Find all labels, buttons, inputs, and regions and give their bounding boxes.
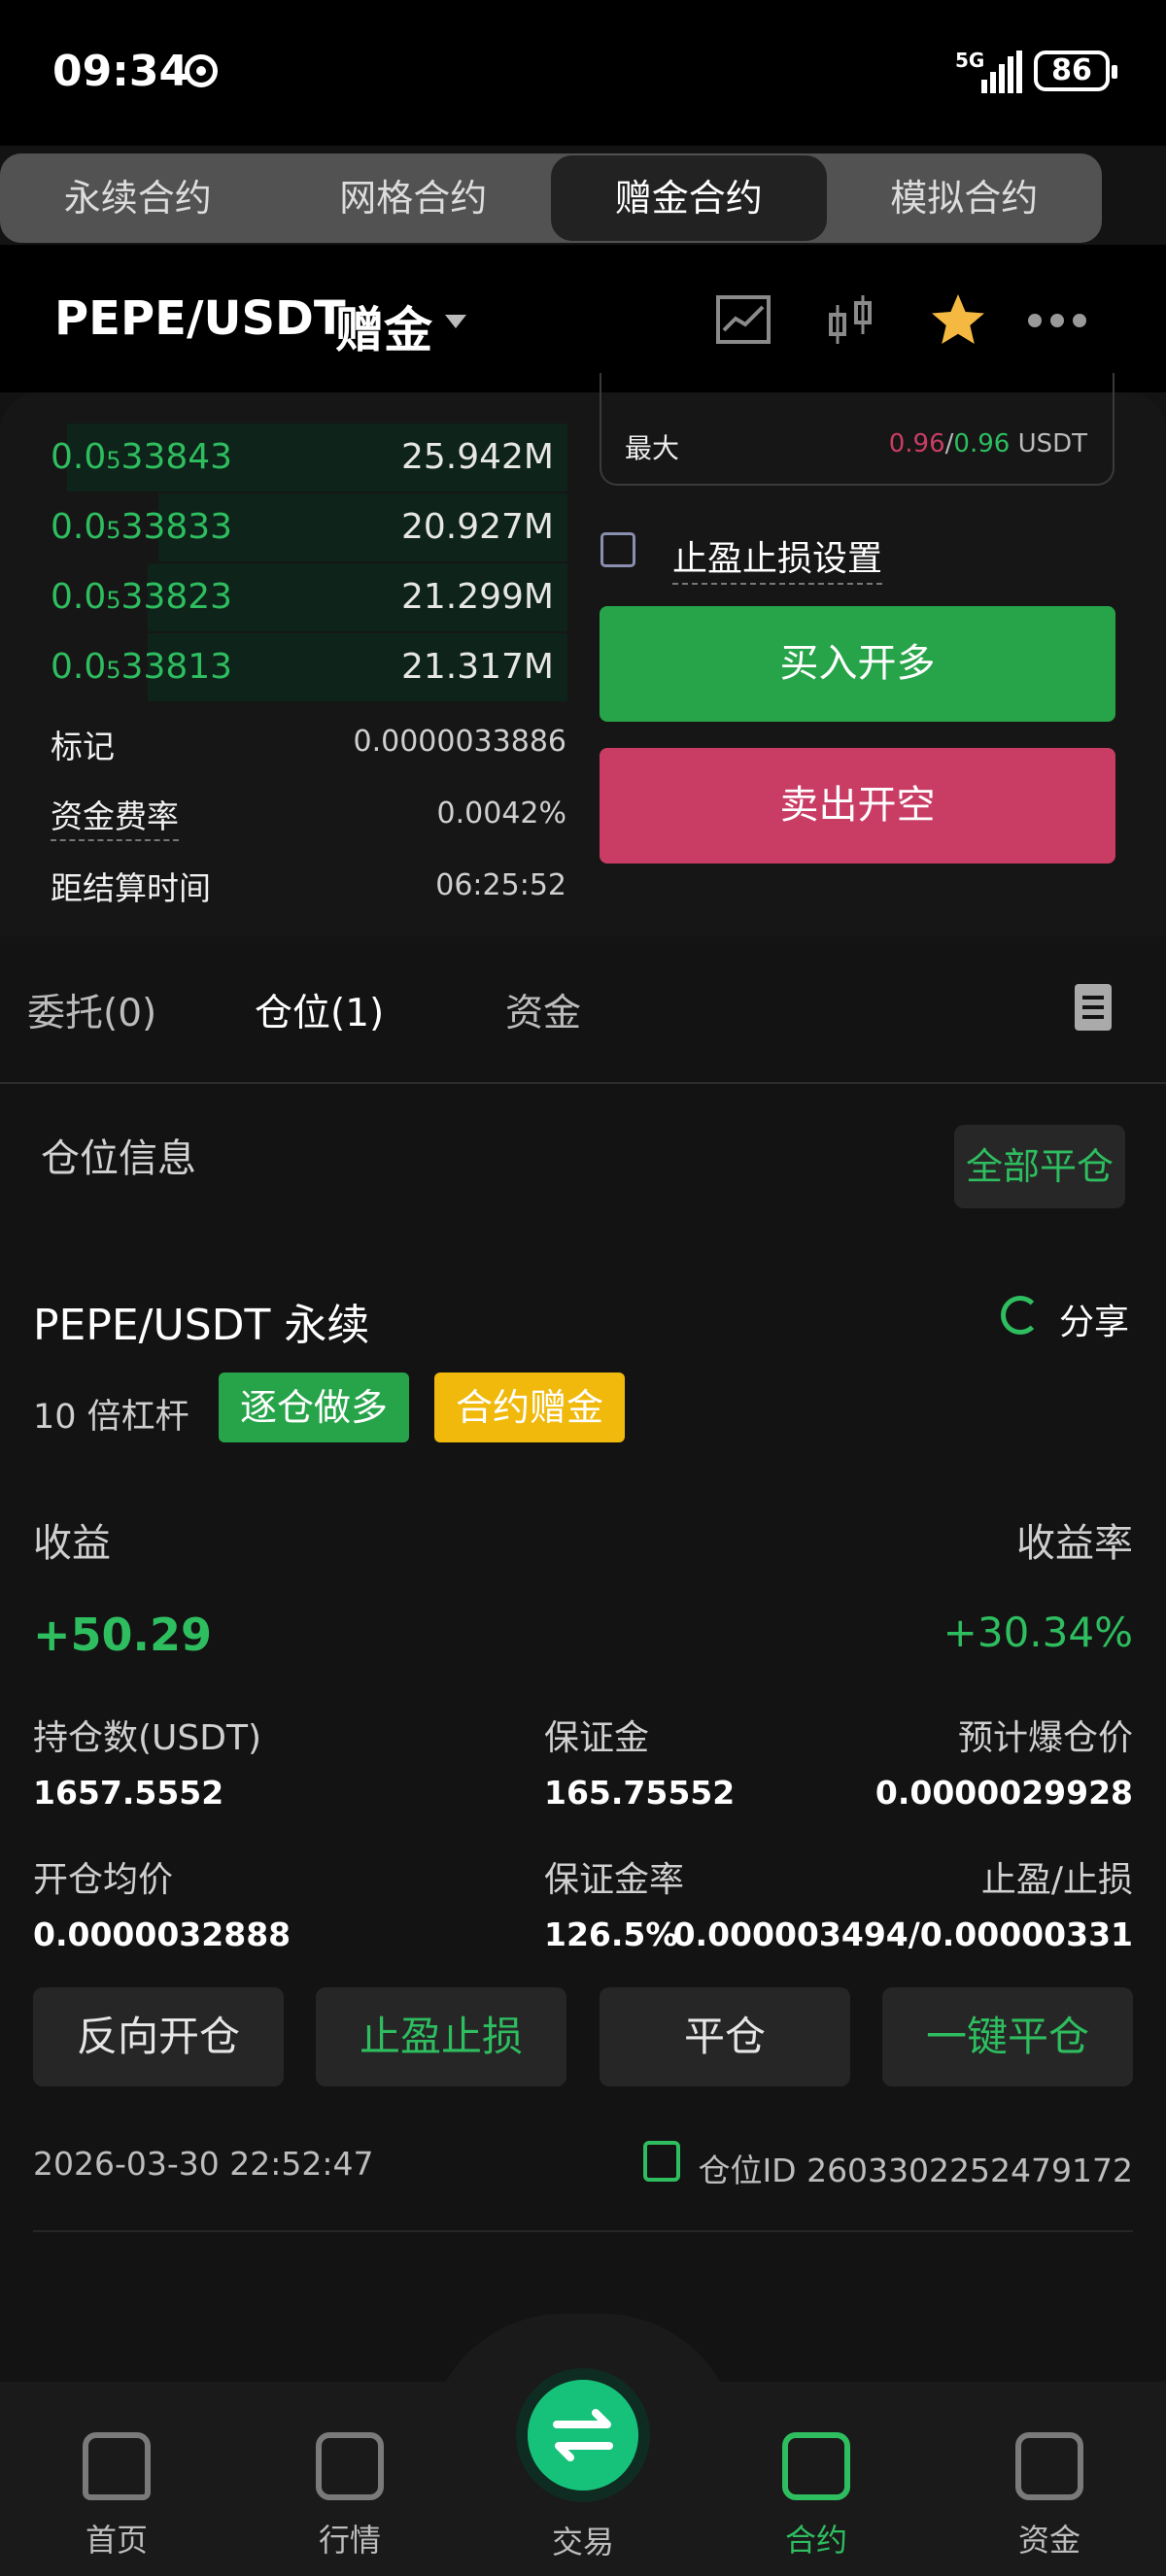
document-icon[interactable]: [1075, 984, 1112, 1031]
order-form-box: 最大 0.96/0.96 USDT: [600, 373, 1115, 486]
market-icon: [316, 2432, 384, 2500]
divider: [0, 1082, 1166, 1084]
nav-wallet[interactable]: 资金: [981, 2432, 1117, 2560]
status-time: 09:34: [52, 47, 189, 96]
nav-trade-label[interactable]: 交易: [539, 2518, 627, 2562]
battery-icon: 86: [1034, 51, 1117, 91]
orderbook-row[interactable]: 0.0533823 21.299M: [29, 563, 567, 633]
close-all-button[interactable]: 全部平仓: [954, 1125, 1125, 1208]
bonus-badge: 合约赠金: [434, 1373, 625, 1442]
star-icon[interactable]: [929, 291, 987, 350]
orderbook-qty: 20.927M: [400, 507, 554, 547]
position-mode-badge: 逐仓做多: [219, 1373, 409, 1442]
orderbook-price: 0.0533823: [51, 577, 233, 617]
margin-label: 保证金: [544, 1718, 650, 1758]
position-timestamp: 2026-03-30 22:52:47: [33, 2145, 374, 2183]
tpsl-checkbox[interactable]: [600, 532, 635, 567]
signal-icon: [981, 51, 1022, 93]
swap-icon[interactable]: [528, 2380, 638, 2491]
tpsl-button[interactable]: 止盈止损: [316, 1987, 566, 2086]
position-size-value: 1657.5552: [33, 1774, 224, 1812]
chart-line-icon[interactable]: [714, 291, 772, 350]
reverse-open-button[interactable]: 反向开仓: [33, 1987, 284, 2086]
mark-label: 标记: [51, 728, 115, 765]
pair-name[interactable]: PEPE/USDT: [54, 291, 346, 346]
home-icon: [83, 2432, 151, 2500]
orderbook-price: 0.0533833: [51, 507, 233, 547]
share-button[interactable]: 分享: [1059, 1294, 1129, 1344]
orderbook-qty: 25.942M: [400, 437, 554, 477]
position-id: 仓位ID 2603302252479172: [698, 2152, 1133, 2189]
entry-price-value: 0.0000032888: [33, 1915, 292, 1953]
funding-value: 0.0042%: [436, 797, 566, 830]
tab-positions[interactable]: 仓位(1): [255, 983, 384, 1037]
tab-grid[interactable]: 网格合约: [276, 153, 552, 243]
copy-icon[interactable]: [643, 2141, 680, 2182]
max-label: 最大: [625, 432, 680, 464]
nav-market[interactable]: 行情: [282, 2432, 418, 2560]
orderbook-qty: 21.299M: [400, 577, 554, 617]
funding-label[interactable]: 资金费率: [51, 791, 179, 841]
nav-home[interactable]: 首页: [49, 2432, 185, 2560]
one-click-close-button[interactable]: 一键平仓: [882, 1987, 1133, 2086]
nav-contract[interactable]: 合约: [748, 2432, 884, 2560]
orderbook-row[interactable]: 0.0533813 21.317M: [29, 633, 567, 703]
network-label: 5G: [955, 49, 985, 72]
pnl-rate-value: +30.34%: [943, 1609, 1133, 1656]
margin-value: 165.75552: [544, 1774, 736, 1812]
position-size-label: 持仓数(USDT): [33, 1718, 262, 1758]
orderbook-row[interactable]: 0.0533843 25.942M: [29, 424, 567, 493]
tpsl-label[interactable]: 止盈止损设置: [672, 530, 883, 585]
share-icon[interactable]: [1001, 1296, 1040, 1335]
settle-value: 06:25:52: [435, 868, 566, 902]
max-value: 0.96/0.96 USDT: [888, 429, 1087, 458]
liq-price-label: 预计爆仓价: [957, 1718, 1133, 1758]
hotspot-icon: [185, 54, 218, 87]
tab-funds[interactable]: 资金: [505, 983, 581, 1037]
margin-ratio-label: 保证金率: [544, 1860, 685, 1900]
tpsl-value: 0.000003494/0.00000331: [672, 1915, 1133, 1953]
wallet-icon: [1015, 2432, 1083, 2500]
contract-icon: [782, 2432, 850, 2500]
position-name: PEPE/USDT 永续: [33, 1301, 370, 1350]
tab-orders[interactable]: 委托(0): [27, 983, 156, 1037]
more-icon[interactable]: [1028, 291, 1086, 350]
settle-label: 距结算时间: [51, 869, 211, 907]
orderbook-price: 0.0533813: [51, 647, 233, 687]
divider: [33, 2230, 1133, 2232]
orderbook-price: 0.0533843: [51, 437, 233, 477]
entry-price-label: 开仓均价: [33, 1860, 174, 1900]
orderbook-qty: 21.317M: [400, 647, 554, 687]
margin-ratio-value: 126.5%: [544, 1915, 678, 1953]
chevron-down-icon[interactable]: [445, 315, 466, 328]
close-position-button[interactable]: 平仓: [600, 1987, 850, 2086]
tab-perpetual[interactable]: 永续合约: [0, 153, 276, 243]
candlestick-icon[interactable]: [824, 291, 882, 350]
tab-demo[interactable]: 模拟合约: [827, 153, 1103, 243]
pnl-label: 收益: [33, 1521, 111, 1566]
tab-bonus[interactable]: 赠金合约: [551, 155, 827, 241]
pair-type[interactable]: 赠金: [335, 291, 432, 361]
position-section-title: 仓位信息: [41, 1136, 196, 1181]
orderbook-row[interactable]: 0.0533833 20.927M: [29, 493, 567, 563]
mark-value: 0.0000033886: [353, 725, 567, 759]
contract-tabs: 永续合约 网格合约 赠金合约 模拟合约: [0, 153, 1102, 243]
pnl-rate-label: 收益率: [1016, 1521, 1133, 1566]
leverage-label: 10 倍杠杆: [33, 1398, 189, 1437]
buy-long-button[interactable]: 买入开多: [600, 606, 1115, 722]
liq-price-value: 0.0000029928: [874, 1774, 1133, 1812]
pnl-value: +50.29: [33, 1609, 213, 1661]
tpsl-label-position: 止盈/止损: [980, 1860, 1133, 1900]
sell-short-button[interactable]: 卖出开空: [600, 748, 1115, 864]
